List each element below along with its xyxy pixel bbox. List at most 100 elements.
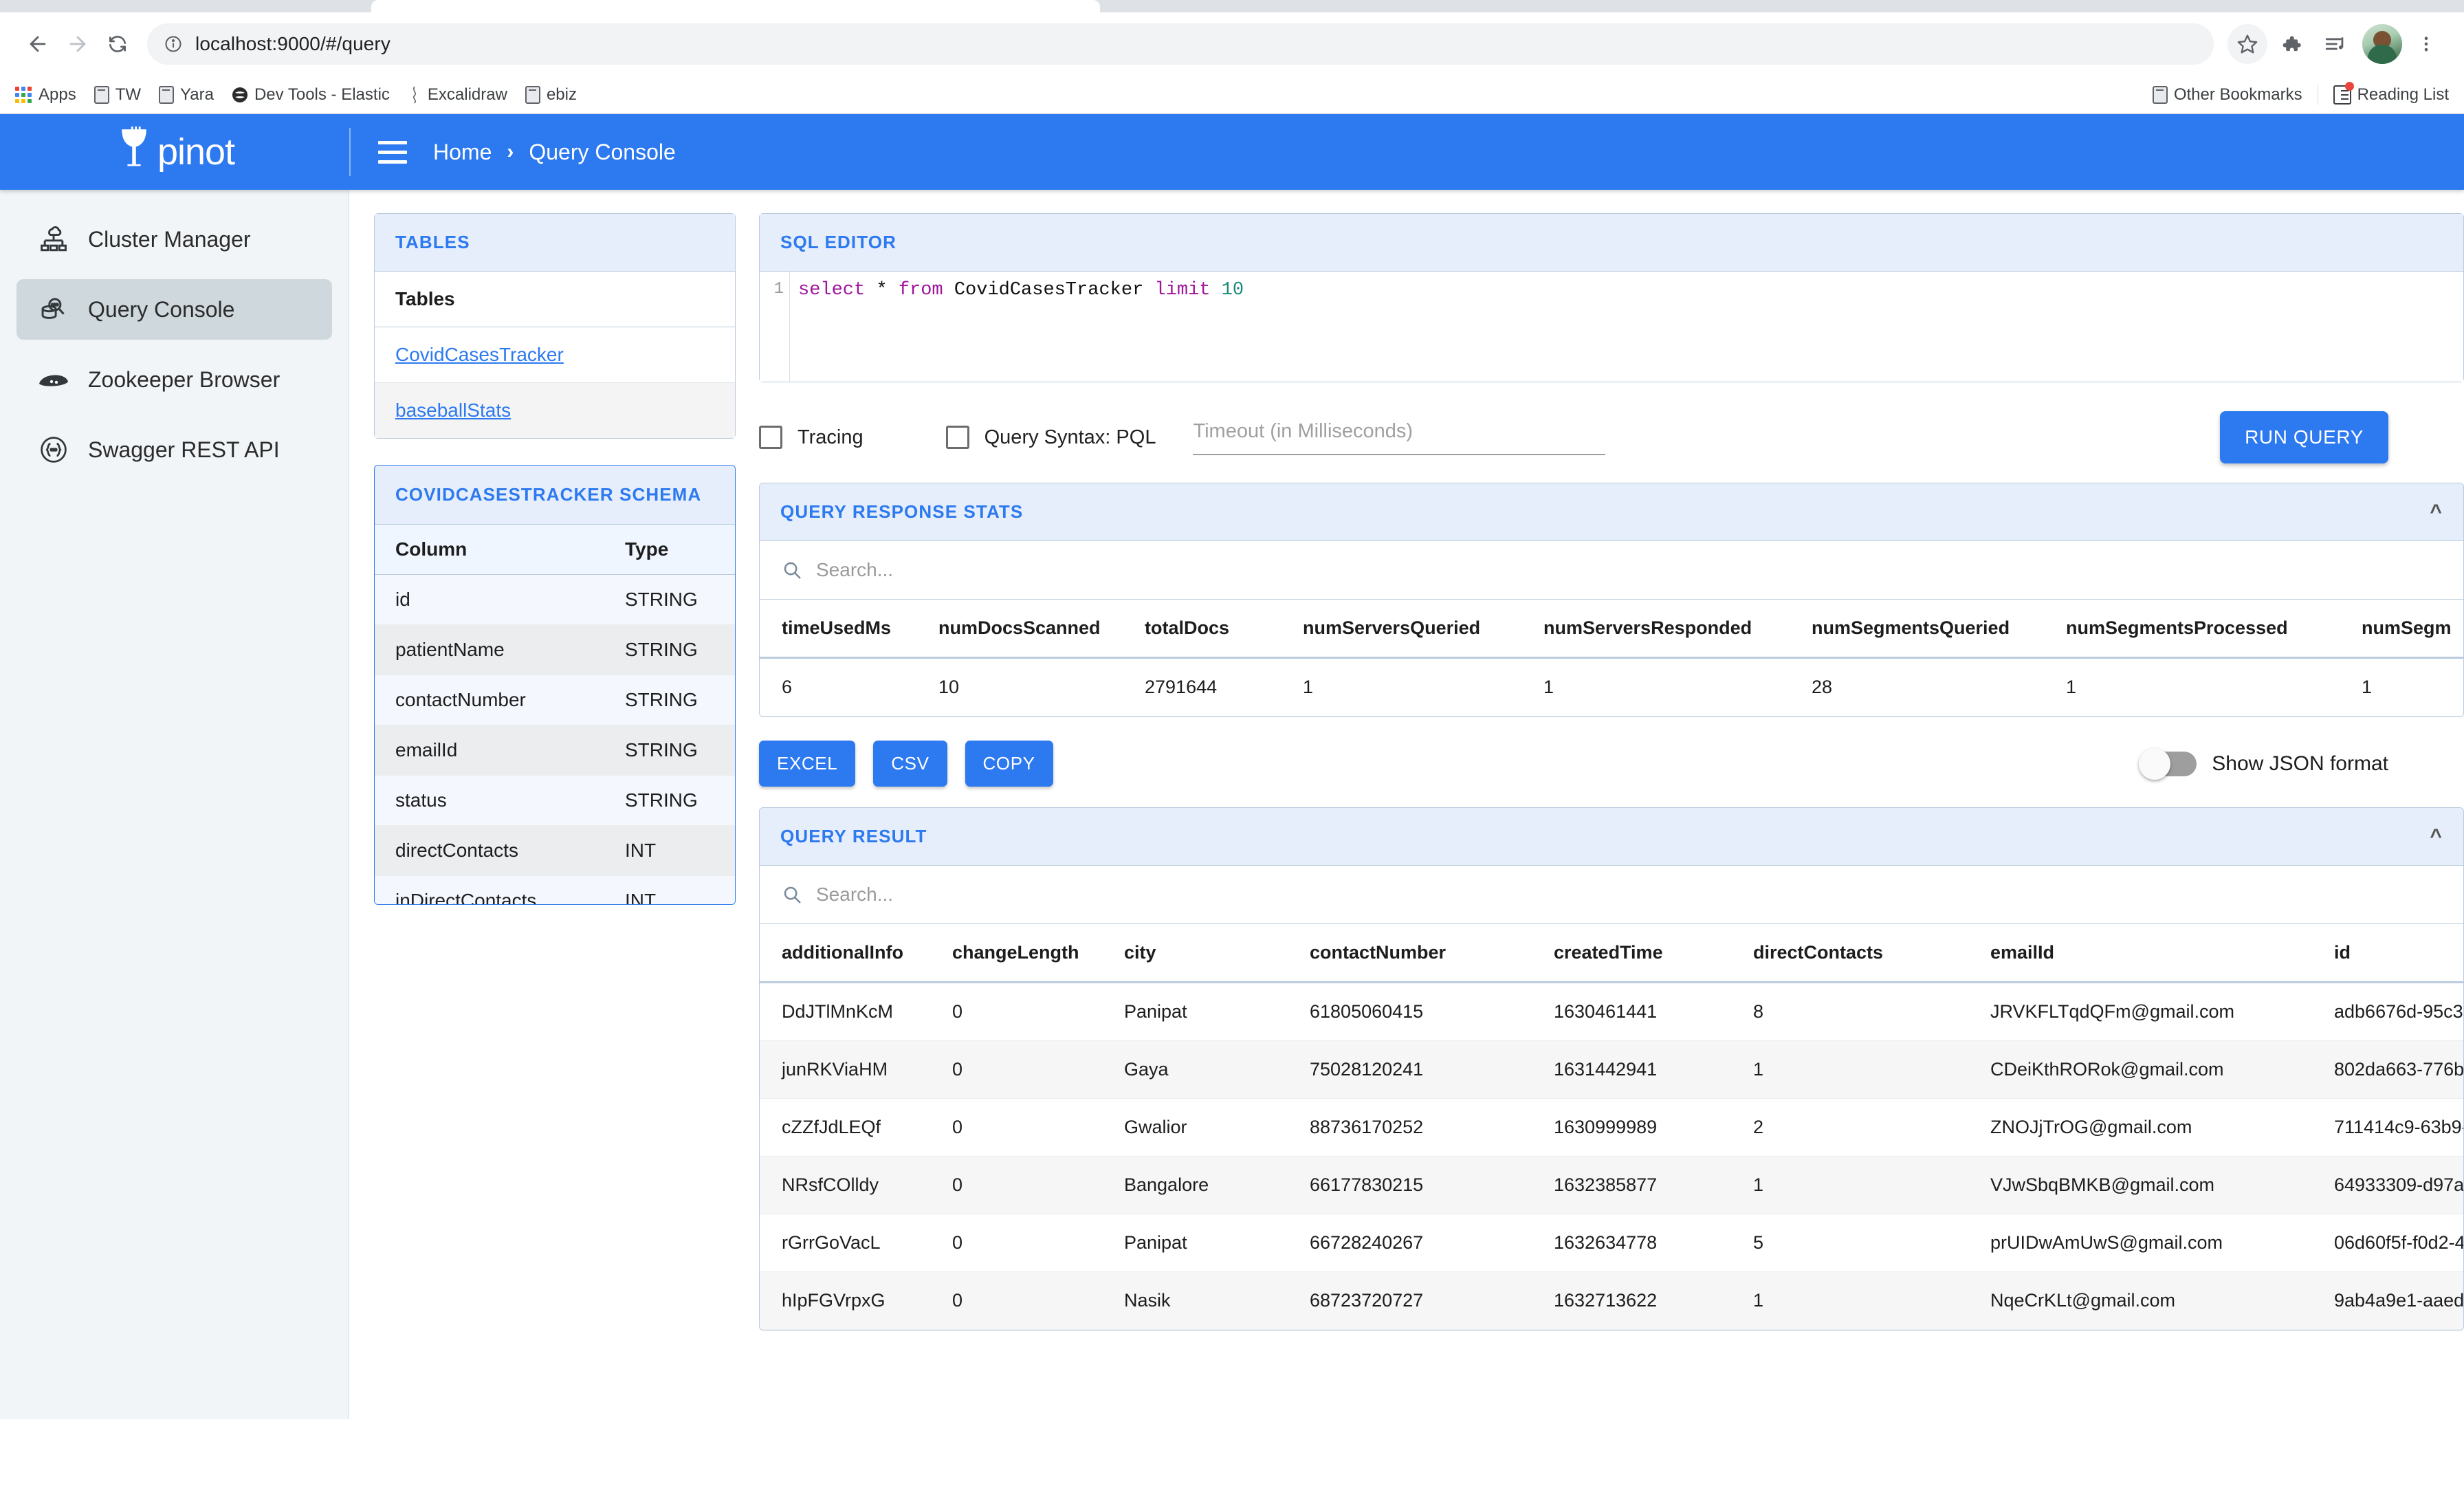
sql-editor-panel: SQL EDITOR 1 select * from CovidCasesTra… bbox=[759, 213, 2464, 382]
table-cell: 64933309-d97a-4077-a091-469 bbox=[2334, 1157, 2464, 1214]
copy-button[interactable]: COPY bbox=[965, 741, 1053, 787]
stats-column-header: numSegmentsProcessed bbox=[2066, 600, 2362, 658]
table-cell: NqeCrKLt@gmail.com bbox=[1990, 1272, 2334, 1330]
sidebar-item-query-console[interactable]: Query Console bbox=[16, 279, 332, 340]
schema-column-name: status bbox=[375, 776, 604, 826]
header-divider bbox=[349, 128, 351, 176]
reload-icon[interactable] bbox=[98, 24, 138, 64]
sidebar-item-zookeeper-browser[interactable]: Zookeeper Browser bbox=[16, 349, 332, 410]
stats-column-header: totalDocs bbox=[1145, 600, 1303, 658]
schema-panel-title: COVIDCASESTRACKER SCHEMA bbox=[375, 466, 735, 525]
profile-avatar[interactable] bbox=[2362, 24, 2402, 64]
folder-icon bbox=[525, 86, 540, 104]
pinot-app: pinot Home › Query Console Clust bbox=[0, 114, 2464, 1419]
swagger-icon bbox=[34, 430, 73, 469]
sql-editor-code[interactable]: select * from CovidCasesTracker limit 10 bbox=[790, 272, 1244, 382]
stats-search-row[interactable]: Search... bbox=[760, 541, 2463, 600]
schema-rows: idSTRINGpatientNameSTRINGcontactNumberST… bbox=[375, 575, 735, 905]
main-content: TABLES Tables CovidCasesTracker baseball… bbox=[349, 190, 2464, 1419]
reading-list-button[interactable]: Reading List bbox=[2333, 85, 2449, 105]
browser-active-tab[interactable] bbox=[371, 0, 1100, 12]
query-response-stats-panel: QUERY RESPONSE STATS ^ Search... bbox=[759, 483, 2464, 717]
pinot-glass-icon bbox=[115, 127, 153, 177]
show-json-toggle[interactable] bbox=[2143, 752, 2197, 776]
table-row[interactable]: CovidCasesTracker bbox=[375, 327, 735, 383]
bookmark-dev-tools-elastic[interactable]: Dev Tools - Elastic bbox=[232, 85, 390, 105]
table-link-baseballstats[interactable]: baseballStats bbox=[395, 400, 511, 421]
media-playlist-icon[interactable] bbox=[2316, 24, 2355, 64]
bookmark-label: Excalidraw bbox=[428, 85, 507, 105]
query-syntax-checkbox-group[interactable]: Query Syntax: PQL bbox=[946, 426, 1156, 449]
sidebar-item-label: Query Console bbox=[88, 297, 234, 322]
csv-export-button[interactable]: CSV bbox=[873, 741, 947, 787]
schema-column-name: contactNumber bbox=[375, 675, 604, 725]
bookmarks-bar: Apps TW Yara Dev Tools - Elastic Excalid… bbox=[0, 76, 2464, 114]
browser-tab-strip[interactable] bbox=[0, 0, 2464, 12]
table-cell: adb6676d-95c3-4e89-a363-cfb5 bbox=[2334, 983, 2464, 1041]
bookmark-excalidraw[interactable]: Excalidraw bbox=[408, 85, 507, 105]
table-link-covidcasestracker[interactable]: CovidCasesTracker bbox=[395, 344, 564, 365]
folder-icon bbox=[94, 86, 109, 104]
query-syntax-checkbox[interactable] bbox=[946, 426, 969, 449]
schema-row: emailIdSTRING bbox=[375, 725, 735, 776]
collapse-chevron-up-icon[interactable]: ^ bbox=[2430, 502, 2443, 523]
menu-hamburger-icon[interactable] bbox=[378, 141, 407, 164]
chrome-menu-icon[interactable] bbox=[2406, 24, 2446, 64]
site-info-icon[interactable] bbox=[164, 34, 183, 54]
result-column-header: id bbox=[2334, 924, 2464, 983]
breadcrumb-home[interactable]: Home bbox=[433, 140, 492, 165]
table-cell: DdJTlMnKcM bbox=[760, 983, 952, 1041]
tracing-checkbox[interactable] bbox=[759, 426, 782, 449]
schema-column-type: STRING bbox=[604, 725, 735, 776]
table-cell: cZZfJdLEQf bbox=[760, 1099, 952, 1157]
pinot-logo[interactable]: pinot bbox=[0, 114, 349, 190]
other-bookmarks-label: Other Bookmarks bbox=[2174, 85, 2302, 105]
address-bar[interactable]: localhost:9000/#/query bbox=[147, 23, 2214, 65]
stats-table: timeUsedMsnumDocsScannedtotalDocsnumServ… bbox=[760, 600, 2464, 716]
result-column-header: changeLength bbox=[952, 924, 1124, 983]
sidebar-item-cluster-manager[interactable]: Cluster Manager bbox=[16, 209, 332, 270]
extensions-puzzle-icon[interactable] bbox=[2272, 24, 2311, 64]
schema-column-type: STRING bbox=[604, 776, 735, 826]
table-cell: 28 bbox=[1812, 658, 2066, 716]
bookmark-star-icon[interactable] bbox=[2228, 24, 2267, 64]
table-row: DdJTlMnKcM0Panipat6180506041516304614418… bbox=[760, 983, 2464, 1041]
table-cell: 0 bbox=[952, 1272, 1124, 1330]
collapse-chevron-up-icon[interactable]: ^ bbox=[2430, 827, 2443, 847]
table-row[interactable]: baseballStats bbox=[375, 383, 735, 439]
sql-editor-input[interactable]: 1 select * from CovidCasesTracker limit … bbox=[760, 272, 2463, 382]
table-cell: 66728240267 bbox=[1310, 1214, 1554, 1272]
bookmark-tw[interactable]: TW bbox=[94, 85, 141, 105]
search-icon bbox=[782, 884, 802, 905]
schema-row: inDirectContactsINT bbox=[375, 876, 735, 905]
sidebar-item-label: Cluster Manager bbox=[88, 227, 251, 252]
query-result-title: QUERY RESULT ^ bbox=[760, 808, 2463, 866]
result-search-row[interactable]: Search... bbox=[760, 866, 2463, 924]
result-column-header: directContacts bbox=[1753, 924, 1990, 983]
table-cell: 1631442941 bbox=[1554, 1041, 1753, 1099]
timeout-input[interactable]: Timeout (in Milliseconds) bbox=[1193, 420, 1605, 455]
run-query-button[interactable]: RUN QUERY bbox=[2220, 411, 2388, 463]
query-controls: Tracing Query Syntax: PQL Timeout (in Mi… bbox=[759, 382, 2464, 483]
tracing-label: Tracing bbox=[798, 426, 864, 449]
result-header-row: additionalInfochangeLengthcitycontactNum… bbox=[760, 924, 2464, 983]
back-arrow-icon[interactable] bbox=[18, 24, 58, 64]
excel-export-button[interactable]: EXCEL bbox=[759, 741, 855, 787]
bookmark-label: ebiz bbox=[547, 85, 577, 105]
breadcrumb-chevron-icon: › bbox=[507, 140, 514, 164]
sidebar-item-swagger-rest-api[interactable]: Swagger REST API bbox=[16, 419, 332, 480]
table-cell: ZNOJjTrOG@gmail.com bbox=[1990, 1099, 2334, 1157]
schema-column-type: INT bbox=[604, 826, 735, 876]
bookmark-ebiz[interactable]: ebiz bbox=[525, 85, 577, 105]
bookmark-yara[interactable]: Yara bbox=[159, 85, 214, 105]
query-response-stats-title-text: QUERY RESPONSE STATS bbox=[780, 501, 1023, 523]
schema-column-type: STRING bbox=[604, 575, 735, 625]
table-cell: 61805060415 bbox=[1310, 983, 1554, 1041]
show-json-toggle-group[interactable]: Show JSON format bbox=[2143, 752, 2388, 776]
tracing-checkbox-group[interactable]: Tracing bbox=[759, 426, 864, 449]
bookmark-apps[interactable]: Apps bbox=[15, 85, 76, 105]
table-cell: 1632385877 bbox=[1554, 1157, 1753, 1214]
table-cell: 0 bbox=[952, 1099, 1124, 1157]
folder-icon bbox=[2153, 86, 2168, 104]
other-bookmarks-folder[interactable]: Other Bookmarks bbox=[2153, 85, 2302, 105]
